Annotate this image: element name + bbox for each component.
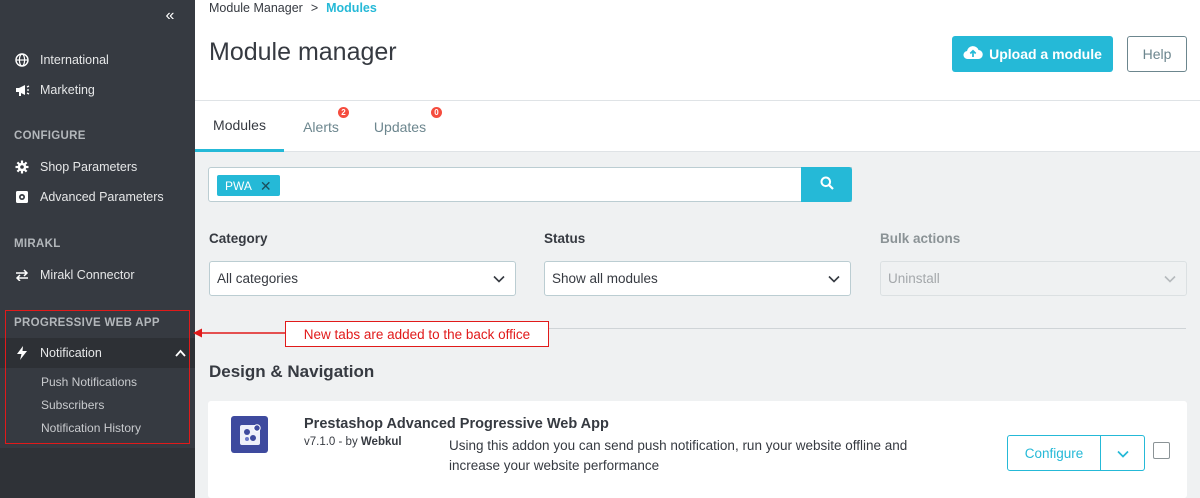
sidebar-section-mirakl: MIRAKL — [14, 238, 61, 250]
breadcrumb-separator: > — [310, 1, 319, 15]
sidebar-item-international[interactable]: International — [0, 46, 195, 74]
annotation-highlight-box — [5, 310, 190, 444]
category-select[interactable]: All categories — [209, 261, 516, 296]
sidebar-item-marketing[interactable]: Marketing — [0, 76, 195, 104]
module-select-checkbox[interactable] — [1153, 442, 1170, 459]
tab-alerts[interactable]: Alerts 2 — [289, 101, 353, 152]
search-tag-label: PWA — [225, 178, 252, 193]
status-label: Status — [544, 231, 586, 246]
tab-modules[interactable]: Modules — [195, 101, 284, 152]
tab-label: Updates — [373, 118, 427, 135]
upload-module-button[interactable]: Upload a module — [952, 36, 1113, 72]
breadcrumb-current[interactable]: Modules — [326, 1, 377, 15]
sidebar-item-advanced-parameters[interactable]: Advanced Parameters — [0, 183, 195, 211]
category-section-title: Design & Navigation — [209, 362, 375, 381]
bulk-actions-value: Uninstall — [888, 271, 940, 286]
globe-icon — [14, 52, 30, 68]
chevron-down-icon — [1164, 271, 1176, 286]
page-header: Module Manager > Modules Module manager … — [195, 0, 1200, 101]
category-value: All categories — [217, 271, 299, 286]
remove-tag-icon[interactable]: ✕ — [260, 179, 272, 193]
module-name: Prestashop Advanced Progressive Web App — [304, 416, 609, 432]
chevron-down-icon — [1116, 446, 1129, 461]
module-search-input[interactable]: PWA ✕ — [208, 167, 852, 202]
module-version-number: v7.1.0 — [304, 436, 336, 448]
section-divider — [548, 328, 1186, 329]
swap-arrows-icon — [14, 267, 30, 283]
chevron-down-icon — [828, 271, 840, 286]
module-description: Using this addon you can send push notif… — [449, 438, 908, 473]
module-card: Prestashop Advanced Progressive Web App … — [208, 401, 1187, 498]
module-logo-icon — [231, 416, 268, 453]
tab-bar: Modules Alerts 2 Updates 0 — [195, 101, 1200, 152]
sidebar-item-shop-parameters[interactable]: Shop Parameters — [0, 153, 195, 181]
gear-icon — [14, 159, 30, 175]
annotation-arrow-icon — [193, 328, 285, 338]
breadcrumb: Module Manager > Modules — [209, 1, 377, 15]
sidebar-footer — [0, 448, 195, 498]
cloud-upload-icon — [963, 45, 983, 63]
page-title: Module manager — [209, 38, 397, 66]
sidebar-item-label: International — [40, 53, 109, 67]
sidebar-item-label: Marketing — [40, 83, 95, 97]
category-label: Category — [209, 231, 268, 246]
advanced-parameters-icon — [14, 189, 30, 205]
sidebar: « International Marketing CONFIGURE Shop… — [0, 0, 195, 498]
module-actions-dropdown[interactable] — [1100, 435, 1145, 471]
configure-button[interactable]: Configure — [1007, 435, 1101, 471]
tab-label: Alerts — [303, 118, 339, 135]
module-author: Webkul — [360, 436, 402, 448]
search-button[interactable] — [801, 167, 852, 202]
updates-count-badge: 0 — [431, 107, 442, 118]
module-by-text: - by — [338, 436, 358, 448]
search-icon — [820, 176, 834, 193]
tab-label: Modules — [213, 117, 266, 133]
megaphone-icon — [14, 82, 30, 98]
sidebar-item-label: Mirakl Connector — [40, 268, 135, 282]
breadcrumb-parent[interactable]: Module Manager — [209, 1, 303, 15]
sidebar-section-configure: CONFIGURE — [14, 130, 86, 142]
tab-updates[interactable]: Updates 0 — [367, 101, 442, 152]
status-select[interactable]: Show all modules — [544, 261, 851, 296]
status-value: Show all modules — [552, 271, 658, 286]
alerts-count-badge: 2 — [338, 107, 349, 118]
search-tag-chip: PWA ✕ — [217, 175, 280, 196]
help-button[interactable]: Help — [1127, 36, 1187, 72]
bulk-actions-select: Uninstall — [880, 261, 1187, 296]
chevron-down-icon — [493, 271, 505, 286]
annotation-callout: New tabs are added to the back office — [285, 321, 549, 347]
sidebar-item-label: Shop Parameters — [40, 160, 138, 174]
sidebar-item-label: Advanced Parameters — [40, 190, 164, 204]
sidebar-item-mirakl-connector[interactable]: Mirakl Connector — [0, 261, 195, 289]
upload-module-label: Upload a module — [989, 46, 1102, 62]
module-version: v7.1.0 - by Webkul — [304, 436, 402, 448]
collapse-sidebar-icon[interactable]: « — [160, 6, 180, 26]
bulk-actions-label: Bulk actions — [880, 231, 961, 246]
